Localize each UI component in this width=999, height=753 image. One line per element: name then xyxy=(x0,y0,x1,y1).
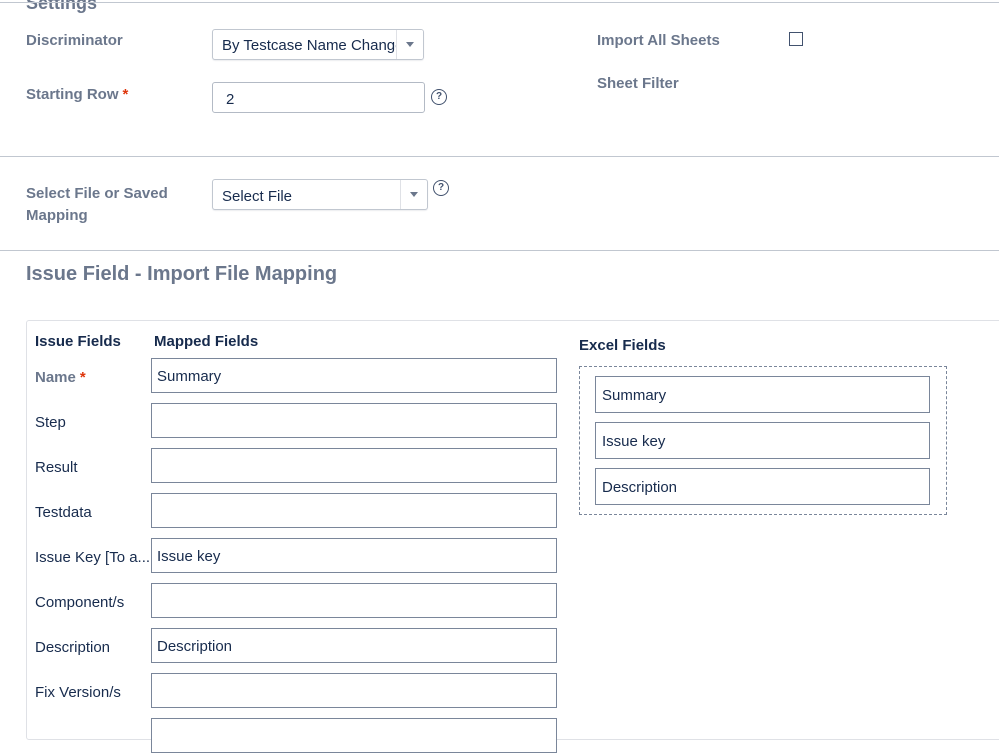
issue-field-name-text: Name xyxy=(35,369,76,386)
required-mark: * xyxy=(122,86,129,103)
excel-field-description[interactable]: Description xyxy=(595,468,930,505)
discriminator-select[interactable]: By Testcase Name Change xyxy=(212,29,424,60)
help-icon[interactable]: ? xyxy=(431,89,447,105)
mapping-title: Issue Field - Import File Mapping xyxy=(26,263,338,285)
divider-top xyxy=(0,2,999,3)
excel-field-summary[interactable]: Summary xyxy=(595,376,930,413)
mapped-field-components[interactable] xyxy=(151,583,557,618)
issue-field-testdata: Testdata xyxy=(35,504,92,521)
chevron-down-icon xyxy=(406,42,414,47)
select-file-value: Select File xyxy=(222,188,293,205)
select-file-label-line2: Mapping xyxy=(26,207,88,224)
select-file-dropdown-arrow[interactable] xyxy=(400,180,427,209)
divider-file xyxy=(0,250,999,251)
required-mark: * xyxy=(79,369,86,386)
select-file-label: Select File or Saved Mapping xyxy=(26,183,168,227)
mapped-fields-header: Mapped Fields xyxy=(154,333,259,350)
mapped-field-fix-versions[interactable] xyxy=(151,673,557,708)
issue-field-step: Step xyxy=(35,414,66,431)
starting-row-label-text: Starting Row xyxy=(26,86,119,103)
issue-field-fix-versions: Fix Version/s xyxy=(35,684,121,701)
mapped-field-next[interactable] xyxy=(151,718,557,753)
mapped-field-issue-key[interactable]: Issue key xyxy=(151,538,557,573)
discriminator-dropdown-arrow[interactable] xyxy=(396,30,423,59)
chevron-down-icon xyxy=(410,192,418,197)
discriminator-value: By Testcase Name Change xyxy=(222,37,404,54)
excel-field-issue-key[interactable]: Issue key xyxy=(595,422,930,459)
mapped-field-result[interactable] xyxy=(151,448,557,483)
starting-row-label: Starting Row * xyxy=(26,86,128,103)
select-file-dropdown[interactable]: Select File xyxy=(212,179,428,210)
mapped-field-name[interactable]: Summary xyxy=(151,358,557,393)
help-icon[interactable]: ? xyxy=(433,180,449,196)
mapped-field-step[interactable] xyxy=(151,403,557,438)
starting-row-input[interactable]: 2 xyxy=(212,82,425,113)
divider-settings xyxy=(0,156,999,157)
select-file-label-line1: Select File or Saved xyxy=(26,185,168,202)
import-all-sheets-checkbox[interactable] xyxy=(789,32,803,46)
issue-field-name: Name * xyxy=(35,369,86,386)
issue-fields-header: Issue Fields xyxy=(35,333,121,350)
sheet-filter-label: Sheet Filter xyxy=(597,75,679,92)
issue-field-issue-key: Issue Key [To a... xyxy=(35,549,151,566)
mapped-field-description[interactable]: Description xyxy=(151,628,557,663)
mapped-field-testdata[interactable] xyxy=(151,493,557,528)
issue-field-result: Result xyxy=(35,459,78,476)
discriminator-label: Discriminator xyxy=(26,32,123,49)
issue-field-components: Component/s xyxy=(35,594,125,611)
import-all-sheets-label: Import All Sheets xyxy=(597,32,720,49)
issue-field-description: Description xyxy=(35,639,111,656)
excel-fields-header: Excel Fields xyxy=(579,337,666,354)
